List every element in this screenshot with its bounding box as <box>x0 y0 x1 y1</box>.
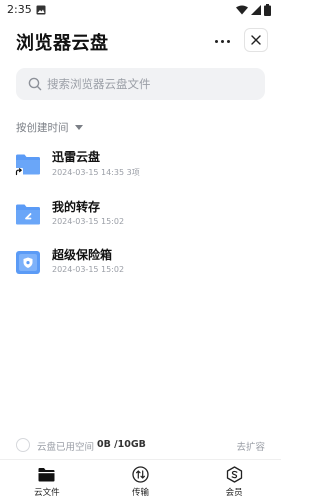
nav-label: 传输 <box>132 488 150 498</box>
search-icon <box>28 77 42 91</box>
storage-value: 0B /10GB <box>97 439 146 450</box>
storage-progress-ring <box>16 438 30 452</box>
transfer-icon <box>132 465 150 483</box>
safe-box-icon <box>16 251 40 274</box>
battery-icon <box>264 4 271 16</box>
file-meta: 2024-03-15 15:02 <box>52 217 125 226</box>
file-item-xunlei-cloud[interactable]: 迅雷云盘 2024-03-15 14:35 3项 <box>0 145 281 189</box>
signal-icon <box>251 5 261 15</box>
storage-usage: 云盘已用空间 0B /10GB 去扩容 <box>0 434 281 456</box>
close-button[interactable] <box>244 28 268 52</box>
sort-dropdown[interactable]: 按创建时间 <box>16 119 83 135</box>
search-input[interactable]: 搜索浏览器云盘文件 <box>16 68 265 100</box>
more-horizontal-icon-dot <box>226 39 230 43</box>
nav-item-transfer[interactable]: 传输 <box>94 460 188 499</box>
image-icon <box>36 5 46 15</box>
shared-folder-icon <box>15 154 40 176</box>
nav-item-vip[interactable]: 会员 <box>187 460 281 499</box>
page-title: 浏览器云盘 <box>16 33 109 54</box>
close-icon <box>251 35 261 45</box>
header: 浏览器云盘 <box>0 24 281 60</box>
nav-item-cloud-files[interactable]: 云文件 <box>0 460 94 499</box>
expand-storage-link[interactable]: 去扩容 <box>236 439 265 453</box>
sort-label: 按创建时间 <box>16 121 69 134</box>
file-name: 超级保险箱 <box>52 248 113 262</box>
vip-icon <box>225 465 243 483</box>
folder-icon <box>38 465 56 483</box>
status-bar: 2:35 <box>0 0 281 22</box>
more-horizontal-icon-dot <box>214 39 218 43</box>
bottom-nav: 云文件 传输 会员 <box>0 459 281 499</box>
transfer-folder-icon <box>16 204 40 225</box>
nav-label: 云文件 <box>34 488 60 498</box>
nav-label: 会员 <box>225 488 243 498</box>
storage-label: 云盘已用空间 <box>37 442 95 453</box>
wifi-icon <box>236 5 248 15</box>
more-options-button[interactable] <box>211 30 233 52</box>
file-item-super-safe-box[interactable]: 超级保险箱 2024-03-15 15:02 <box>0 243 281 287</box>
search-placeholder: 搜索浏览器云盘文件 <box>47 77 151 91</box>
more-horizontal-icon-dot <box>220 39 224 43</box>
file-name: 迅雷云盘 <box>52 150 101 164</box>
status-time: 2:35 <box>7 3 32 16</box>
file-item-my-transfers[interactable]: 我的转存 2024-03-15 15:02 <box>0 195 281 239</box>
file-name: 我的转存 <box>52 200 101 214</box>
file-meta: 2024-03-15 15:02 <box>52 265 125 274</box>
file-meta: 2024-03-15 14:35 3项 <box>52 168 140 177</box>
status-icons <box>236 4 271 16</box>
caret-down-icon <box>74 124 83 130</box>
